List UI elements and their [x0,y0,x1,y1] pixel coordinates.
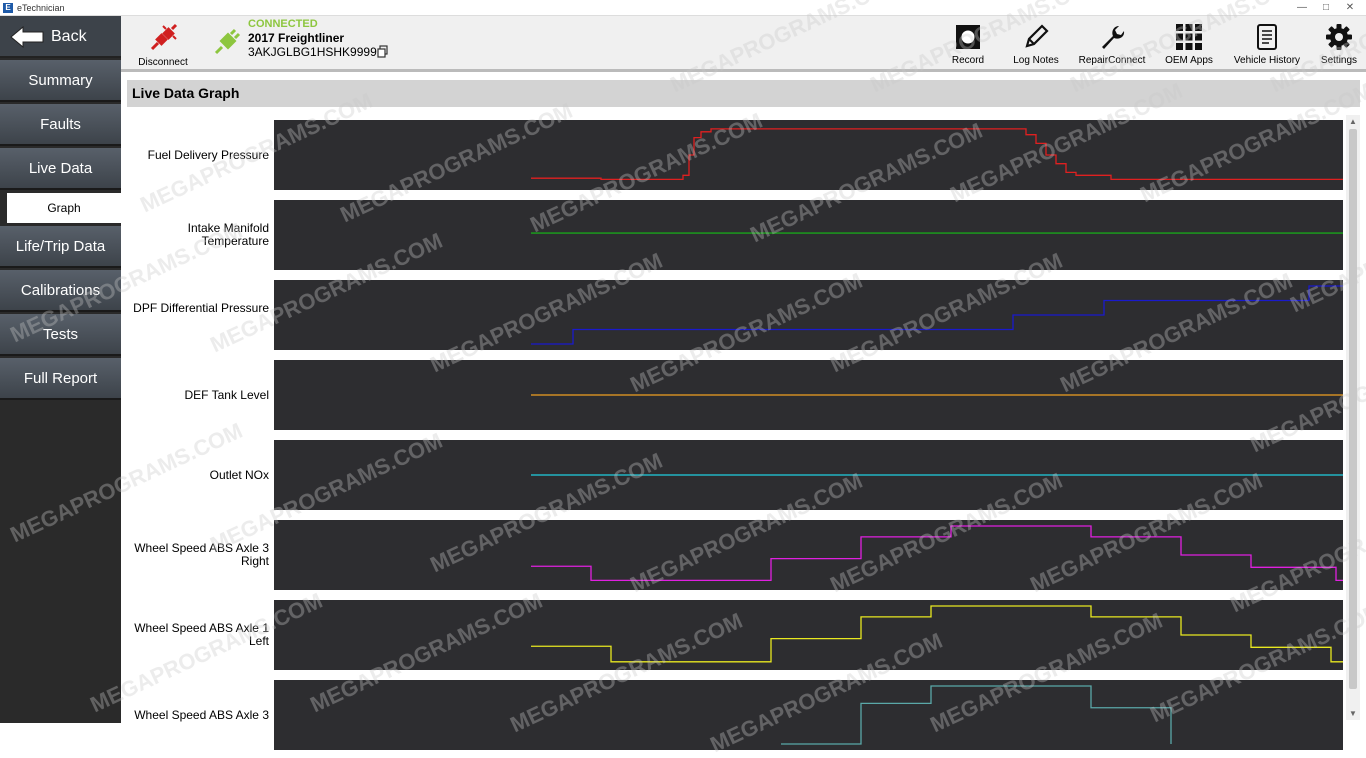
vehicle-history-button[interactable]: Vehicle History [1231,21,1303,69]
document-icon [1257,24,1277,50]
sidebar-item-calibrations[interactable]: Calibrations [0,270,121,312]
series-line [531,128,1343,181]
sidebar-item-life-trip-data[interactable]: Life/Trip Data [0,226,121,268]
graph-row: Intake Manifold Temperature 190180170160°… [121,200,1343,270]
repairconnect-button[interactable]: RepairConnect [1077,21,1147,69]
window-title: eTechnician [17,3,65,13]
graph-label: Wheel Speed ABS Axle 3 Right [134,541,269,568]
graph-label: Wheel Speed ABS Axle 1 Left [134,621,269,648]
graph-svg: 806040200mph24.5 [531,605,1343,663]
main-content: Live Data Graph Fuel Delivery Pressure 70… [121,75,1366,750]
graph-svg: 84807672%78 [531,394,1343,396]
vehicle-vin: 3AKJGLBG1HSHK9999 [248,45,377,59]
graph-panel[interactable]: 84807672%78 [274,360,1343,430]
apps-grid-icon [1176,24,1202,50]
scrollbar-thumb[interactable] [1349,129,1357,689]
vehicle-name: 2017 Freightliner [248,31,345,45]
graph-svg: 0.80.40-0.4-0.8ppm0 [531,474,1343,476]
back-label: Back [51,28,87,45]
back-button[interactable]: Back [0,16,121,58]
series-line [531,525,1343,582]
close-icon[interactable]: ✕ [1340,1,1360,15]
repairconnect-label: RepairConnect [1078,55,1146,66]
graph-row: Fuel Delivery Pressure 706866646260psi67.… [121,120,1343,190]
page-title: Live Data Graph [127,80,1360,107]
sidebar-item-tests[interactable]: Tests [0,314,121,356]
sidebar-item-summary[interactable]: Summary [0,60,121,102]
graph-row: Wheel Speed ABS Axle 1 Left 806040200mph2… [121,600,1343,670]
graph-label: DPF Differential Pressure [133,301,269,315]
disconnect-label: Disconnect [138,57,188,68]
app-logo-icon: E [3,3,13,13]
graph-panel[interactable]: 806040200mph24.5 [274,520,1343,590]
series-line [531,605,1343,663]
graph-panel[interactable]: 0.130.120.110.10.09inHg0.13 [274,280,1343,350]
unplug-icon [150,23,178,51]
sidebar-item-graph[interactable]: Graph [7,193,121,223]
scroll-up-icon[interactable]: ▲ [1349,117,1357,126]
vertical-scrollbar[interactable]: ▲ ▼ [1346,115,1360,720]
graph-label: DEF Tank Level [184,388,270,402]
pencil-icon [1025,24,1049,48]
graph-row: DEF Tank Level 84807672%78 [121,360,1343,430]
graph-panel[interactable]: 0.80.40-0.4-0.8ppm0 [274,440,1343,510]
graph-label: Outlet NOx [209,468,269,482]
series-line [781,685,1172,745]
window-title-bar: E eTechnician — □ ✕ [0,0,1366,16]
settings-button[interactable]: Settings [1317,21,1361,69]
oem-apps-label: OEM Apps [1165,55,1213,66]
graph-row: Outlet NOx 0.80.40-0.4-0.8ppm0 [121,440,1343,510]
sidebar-item-live-data[interactable]: Live Data [0,148,121,190]
graph-svg: 0.130.120.110.10.09inHg0.13 [531,285,1343,345]
plug-connected-icon [214,28,241,55]
connection-status: CONNECTED [248,18,318,30]
graph-svg: 706866646260psi67.55 [531,128,1343,181]
sidebar: Back Summary Faults Live Data Graph Life… [0,16,121,723]
maximize-icon[interactable]: □ [1316,1,1336,15]
record-label: Record [951,55,985,66]
series-line [531,285,1343,345]
graph-label: Wheel Speed ABS Axle 3 [134,708,269,722]
graph-row: DPF Differential Pressure 0.130.120.110.1… [121,280,1343,350]
gear-icon [1326,24,1352,50]
scroll-down-icon[interactable]: ▼ [1349,709,1357,718]
vehicle-history-label: Vehicle History [1233,55,1301,66]
toolbar: Disconnect CONNECTED 2017 Freightliner 3… [121,16,1366,72]
record-icon [956,25,980,49]
wrench-icon [1102,26,1125,49]
graph-label: Intake Manifold Temperature [187,221,269,248]
record-button[interactable]: Record [947,21,989,69]
graph-panel[interactable]: 806040200mph24.5 [274,600,1343,670]
graph-row: Wheel Speed ABS Axle 3 806040mph [121,680,1343,750]
back-arrow-icon [10,26,44,48]
graph-svg: 190180170160°F176 [531,232,1343,234]
graph-row: Wheel Speed ABS Axle 3 Right 806040200mph… [121,520,1343,590]
log-notes-button[interactable]: Log Notes [1009,21,1063,69]
graph-panel[interactable]: 706866646260psi67.55 [274,120,1343,190]
minimize-icon[interactable]: — [1292,1,1312,15]
graph-svg: 806040200mph24.5 [531,525,1343,582]
graph-panel[interactable]: 806040mph [274,680,1343,750]
disconnect-button[interactable]: Disconnect [135,21,191,69]
copy-icon[interactable] [377,45,389,58]
graph-panel[interactable]: 190180170160°F176 [274,200,1343,270]
oem-apps-button[interactable]: OEM Apps [1163,21,1215,69]
graph-svg: 806040mph [781,685,1172,745]
graph-label: Fuel Delivery Pressure [147,148,269,162]
log-notes-label: Log Notes [1013,55,1059,66]
settings-label: Settings [1320,55,1358,66]
sidebar-item-faults[interactable]: Faults [0,104,121,146]
sidebar-item-full-report[interactable]: Full Report [0,358,121,400]
